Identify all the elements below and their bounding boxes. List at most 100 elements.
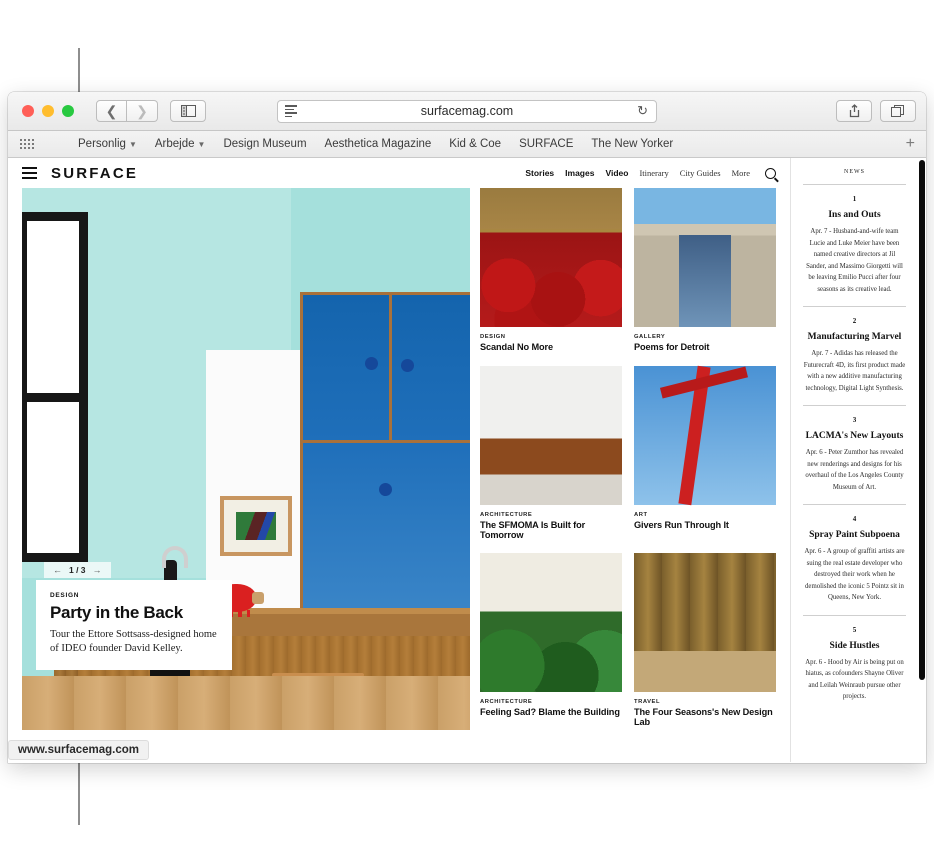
cabinet-knob xyxy=(401,359,414,372)
show-all-tabs-button[interactable] xyxy=(880,100,916,122)
page-main-column: SURFACE Stories Images Video Itinerary C… xyxy=(8,158,790,762)
article-thumbnail xyxy=(634,553,776,693)
hero-caption-card[interactable]: DESIGN Party in the Back Tour the Ettore… xyxy=(36,580,232,670)
cabinet-knob xyxy=(365,357,378,370)
article-card[interactable]: ARCHITECTURE Feeling Sad? Blame the Buil… xyxy=(480,553,622,730)
news-number: 5 xyxy=(852,625,857,634)
article-card[interactable]: DESIGN Scandal No More xyxy=(480,188,622,355)
article-kicker: ART xyxy=(634,511,648,518)
chevron-left-icon: ❮ xyxy=(105,103,118,119)
article-kicker: ARCHITECTURE xyxy=(480,699,533,706)
share-icon xyxy=(849,104,859,118)
address-bar[interactable]: surfacemag.com ↻ xyxy=(277,99,657,123)
share-button[interactable] xyxy=(836,100,872,122)
news-sidebar: NEWS 1 Ins and Outs Apr. 7 - Husband-and… xyxy=(790,158,918,762)
add-bookmark-button[interactable]: + xyxy=(906,136,915,152)
news-title: Side Hustles xyxy=(829,640,880,651)
cabinet-divider-vertical xyxy=(389,295,392,440)
news-number: 2 xyxy=(852,317,857,325)
nav-images[interactable]: Images xyxy=(565,168,594,178)
nav-city-guides[interactable]: City Guides xyxy=(680,168,721,178)
hero-slide-counter: 1 / 3 xyxy=(69,565,86,575)
toolbar-right-actions xyxy=(836,100,916,122)
hero-pig-nose xyxy=(252,592,264,604)
search-icon[interactable] xyxy=(765,167,776,179)
news-body: Apr. 6 - Peter Zumthor has revealed new … xyxy=(805,449,904,491)
article-card[interactable]: TRAVEL The Four Seasons's New Design Lab xyxy=(634,553,776,730)
bookmark-the-new-yorker[interactable]: The New Yorker xyxy=(591,138,673,150)
hero-image: ← 1 / 3 → DESIGN Party in the Back Tour … xyxy=(22,188,470,730)
bookmark-aesthetica-magazine[interactable]: Aesthetica Magazine xyxy=(325,138,432,150)
news-item[interactable]: 1 Ins and Outs Apr. 7 - Husband-and-wife… xyxy=(791,185,918,306)
article-card[interactable]: GALLERY Poems for Detroit xyxy=(634,188,776,355)
news-body: Apr. 6 - A group of graffiti artists are… xyxy=(804,548,905,601)
nav-video[interactable]: Video xyxy=(605,168,628,178)
hero-floor xyxy=(22,676,470,730)
address-bar-text: surfacemag.com xyxy=(420,104,514,118)
article-thumbnail xyxy=(480,553,622,693)
reload-icon[interactable]: ↻ xyxy=(637,103,648,119)
hero-description: Tour the Ettore Sottsass-designed home o… xyxy=(50,629,217,654)
sidebar-toggle-button[interactable] xyxy=(170,100,206,122)
minimize-window-button[interactable] xyxy=(42,105,54,117)
scrollbar-thumb[interactable] xyxy=(919,160,925,680)
nav-stories[interactable]: Stories xyxy=(525,168,554,178)
news-item[interactable]: 5 Side Hustles Apr. 6 - Hood by Air is b… xyxy=(791,616,918,714)
bookmark-arbejde[interactable]: Arbejde ▼ xyxy=(155,138,206,150)
nav-more[interactable]: More xyxy=(732,168,750,178)
news-number: 3 xyxy=(852,416,857,424)
hero-slide-controls[interactable]: ← 1 / 3 → xyxy=(44,562,111,578)
news-number: 1 xyxy=(852,195,857,203)
arrow-left-icon[interactable]: ← xyxy=(53,565,62,575)
article-card[interactable]: ARCHITECTURE The SFMOMA Is Built for Tom… xyxy=(480,365,622,543)
close-window-button[interactable] xyxy=(22,105,34,117)
article-grid: DESIGN Scandal No More GALLERY Poems for… xyxy=(480,188,776,730)
news-body: Apr. 7 - Husband-and-wife team Lucie and… xyxy=(806,228,903,293)
chevron-down-icon: ▼ xyxy=(197,140,206,149)
news-title: Ins and Outs xyxy=(828,210,881,220)
article-kicker: ARCHITECTURE xyxy=(480,511,533,518)
cabinet-knob xyxy=(379,483,392,496)
cabinet-divider-horizontal xyxy=(303,440,470,443)
hero-artwork xyxy=(235,512,277,540)
news-item[interactable]: 3 LACMA's New Layouts Apr. 6 - Peter Zum… xyxy=(791,406,918,504)
page-scrollbar[interactable] xyxy=(918,158,926,762)
safari-browser-window: ❮ ❯ surfacemag.com ↻ Personlig ▼ Arbejde… xyxy=(8,92,926,763)
page-content-grid: ← 1 / 3 → DESIGN Party in the Back Tour … xyxy=(8,188,790,730)
show-favorites-icon[interactable] xyxy=(20,139,34,149)
hamburger-menu-icon[interactable] xyxy=(22,167,37,179)
news-item[interactable]: 4 Spray Paint Subpoena Apr. 6 - A group … xyxy=(791,505,918,615)
site-navigation: Stories Images Video Itinerary City Guid… xyxy=(525,167,776,179)
sidebar-icon xyxy=(180,105,196,117)
window-traffic-lights xyxy=(22,105,74,117)
back-button[interactable]: ❮ xyxy=(96,100,127,122)
arrow-right-icon[interactable]: → xyxy=(93,565,102,575)
forward-button[interactable]: ❯ xyxy=(127,100,158,122)
news-body: Apr. 7 - Adidas has released the Futurec… xyxy=(803,350,906,392)
bookmark-kid-and-coe[interactable]: Kid & Coe xyxy=(449,138,501,150)
bookmark-design-museum[interactable]: Design Museum xyxy=(223,138,306,150)
article-title: Poems for Detroit xyxy=(634,342,710,352)
bookmark-personlig[interactable]: Personlig ▼ xyxy=(78,138,137,150)
browser-toolbar: ❮ ❯ surfacemag.com ↻ xyxy=(8,92,926,131)
news-item[interactable]: 2 Manufacturing Marvel Apr. 7 - Adidas h… xyxy=(791,307,918,405)
bookmarks-bar: Personlig ▼ Arbejde ▼ Design Museum Aesthe… xyxy=(8,131,926,158)
article-title: Givers Run Through It xyxy=(634,519,729,530)
callout-line-bottom xyxy=(78,763,80,825)
article-kicker: GALLERY xyxy=(634,334,666,340)
news-title: Manufacturing Marvel xyxy=(807,332,902,342)
site-logo[interactable]: SURFACE xyxy=(51,165,138,182)
nav-itinerary[interactable]: Itinerary xyxy=(639,168,668,178)
bookmark-surface[interactable]: SURFACE xyxy=(519,138,573,150)
article-title: Feeling Sad? Blame the Building xyxy=(480,707,620,718)
news-body: Apr. 6 - Hood by Air is being put on hia… xyxy=(805,658,904,701)
article-kicker: TRAVEL xyxy=(634,699,661,706)
hero-feature[interactable]: ← 1 / 3 → DESIGN Party in the Back Tour … xyxy=(22,188,470,730)
article-card[interactable]: ART Givers Run Through It xyxy=(634,365,776,543)
hero-window-mullion xyxy=(22,393,88,402)
web-page-content: SURFACE Stories Images Video Itinerary C… xyxy=(8,158,926,762)
news-title: Spray Paint Subpoena xyxy=(809,530,900,540)
article-kicker: DESIGN xyxy=(480,334,506,340)
zoom-window-button[interactable] xyxy=(62,105,74,117)
reader-view-icon[interactable] xyxy=(285,105,297,117)
